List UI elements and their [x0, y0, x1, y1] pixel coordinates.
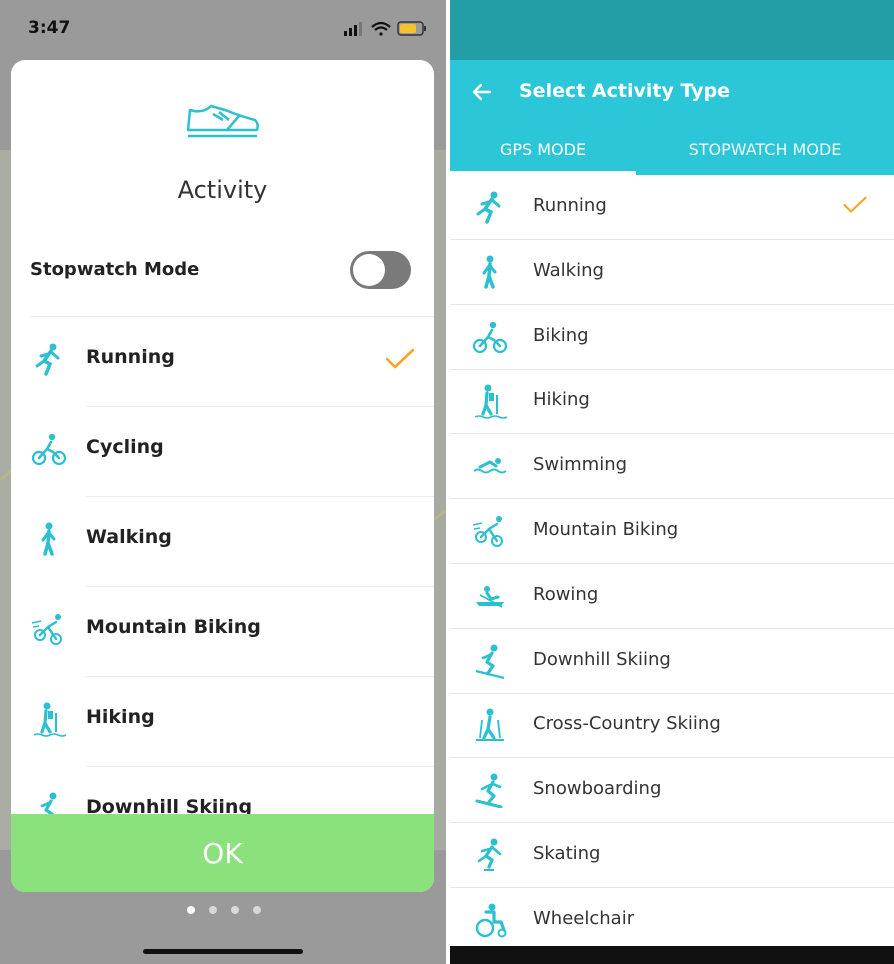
- page-indicator: [187, 906, 261, 914]
- activity-type-label: Swimming: [533, 454, 628, 476]
- activity-item[interactable]: Walking: [11, 497, 434, 587]
- ok-button[interactable]: OK: [11, 814, 434, 892]
- cross-country-skiing-icon: [476, 708, 504, 742]
- activity-label: Hiking: [86, 706, 155, 728]
- stopwatch-mode-label: Stopwatch Mode: [30, 259, 200, 280]
- activity-type-label: Skating: [533, 843, 601, 864]
- activity-label: Cycling: [86, 436, 164, 458]
- checkmark-icon: [843, 196, 867, 213]
- activity-item[interactable]: Cycling: [11, 407, 434, 497]
- app-bar: Select Activity Type GPS MODE STOPWATCH …: [450, 60, 894, 175]
- page-title: Select Activity Type: [519, 80, 731, 102]
- sheet-title: Activity: [177, 176, 268, 204]
- tab-gps-mode[interactable]: GPS MODE: [450, 140, 636, 159]
- activity-type-label: Wheelchair: [533, 907, 635, 929]
- activity-type-label: Downhill Skiing: [533, 648, 671, 670]
- activity-label: Running: [86, 346, 175, 368]
- checkmark-icon: [385, 348, 415, 369]
- battery-icon: [397, 21, 426, 36]
- activity-type-label: Snowboarding: [533, 778, 662, 800]
- activity-type-label: Running: [533, 195, 607, 216]
- tab-stopwatch-mode[interactable]: STOPWATCH MODE: [670, 140, 860, 159]
- running-icon: [476, 191, 501, 224]
- activity-type-item[interactable]: Walking: [450, 240, 894, 305]
- activity-item[interactable]: Running: [11, 317, 434, 407]
- activity-type-label: Cross-Country Skiing: [533, 713, 721, 735]
- downhill-skiing-icon: [475, 644, 505, 679]
- page-dot[interactable]: [231, 906, 239, 914]
- activity-item[interactable]: Mountain Biking: [11, 587, 434, 677]
- activity-sheet: Activity Stopwatch Mode Running Cycling Wa…: [11, 60, 434, 892]
- activity-type-item[interactable]: Snowboarding: [450, 758, 894, 824]
- page-dot[interactable]: [253, 906, 261, 914]
- running-icon: [35, 343, 60, 376]
- status-time: 3:47: [28, 18, 71, 38]
- back-arrow-icon[interactable]: [470, 80, 494, 104]
- activity-type-label: Biking: [533, 324, 589, 346]
- activity-type-label: Walking: [533, 259, 604, 281]
- activity-item[interactable]: Hiking: [11, 677, 434, 767]
- activity-type-item[interactable]: Cross-Country Skiing: [450, 693, 894, 759]
- status-icons: [344, 21, 426, 36]
- activity-type-item[interactable]: Rowing: [450, 564, 894, 629]
- bottom-bar: [450, 946, 894, 964]
- page-dot[interactable]: [187, 906, 195, 914]
- hiking-icon: [474, 384, 508, 420]
- hiking-icon: [33, 702, 67, 737]
- activity-type-label: Rowing: [533, 583, 599, 605]
- activity-type-item[interactable]: Swimming: [450, 434, 894, 500]
- activity-type-item[interactable]: Mountain Biking: [450, 499, 894, 564]
- page-dot[interactable]: [209, 906, 217, 914]
- left-screen: 3:47 Activity Stopwatch Mode Running Cyc…: [0, 0, 446, 964]
- stopwatch-mode-toggle[interactable]: [350, 251, 411, 289]
- mountain-biking-icon: [472, 516, 503, 547]
- activity-type-label: Mountain Biking: [533, 519, 679, 540]
- cycling-icon: [31, 433, 67, 466]
- activity-type-item[interactable]: Biking: [450, 305, 894, 370]
- snowboarding-icon: [475, 773, 503, 809]
- shoe-icon: [186, 104, 259, 138]
- wifi-icon: [371, 21, 391, 36]
- swimming-icon: [473, 458, 507, 474]
- walking-icon: [482, 255, 497, 289]
- right-screen: Select Activity Type GPS MODE STOPWATCH …: [450, 0, 894, 964]
- activity-type-item[interactable]: Hiking: [450, 369, 894, 435]
- status-bar: [450, 0, 894, 60]
- activity-type-label: Hiking: [533, 389, 590, 411]
- biking-icon: [472, 321, 508, 353]
- activity-type-item[interactable]: Skating: [450, 823, 894, 888]
- activity-label: Mountain Biking: [86, 616, 261, 638]
- activity-type-item[interactable]: Wheelchair: [450, 888, 894, 953]
- mountain-biking-icon: [31, 614, 62, 645]
- walking-icon: [41, 522, 56, 556]
- home-indicator: [143, 949, 303, 954]
- activity-label: Walking: [86, 526, 172, 548]
- skating-icon: [477, 838, 502, 871]
- status-bar: 3:47: [0, 0, 446, 56]
- activity-type-item[interactable]: Downhill Skiing: [450, 629, 894, 694]
- wheelchair-icon: [475, 903, 507, 938]
- activity-type-item[interactable]: Running: [450, 175, 894, 240]
- toggle-knob: [353, 254, 385, 286]
- signal-icon: [344, 22, 362, 36]
- rowing-icon: [476, 585, 504, 608]
